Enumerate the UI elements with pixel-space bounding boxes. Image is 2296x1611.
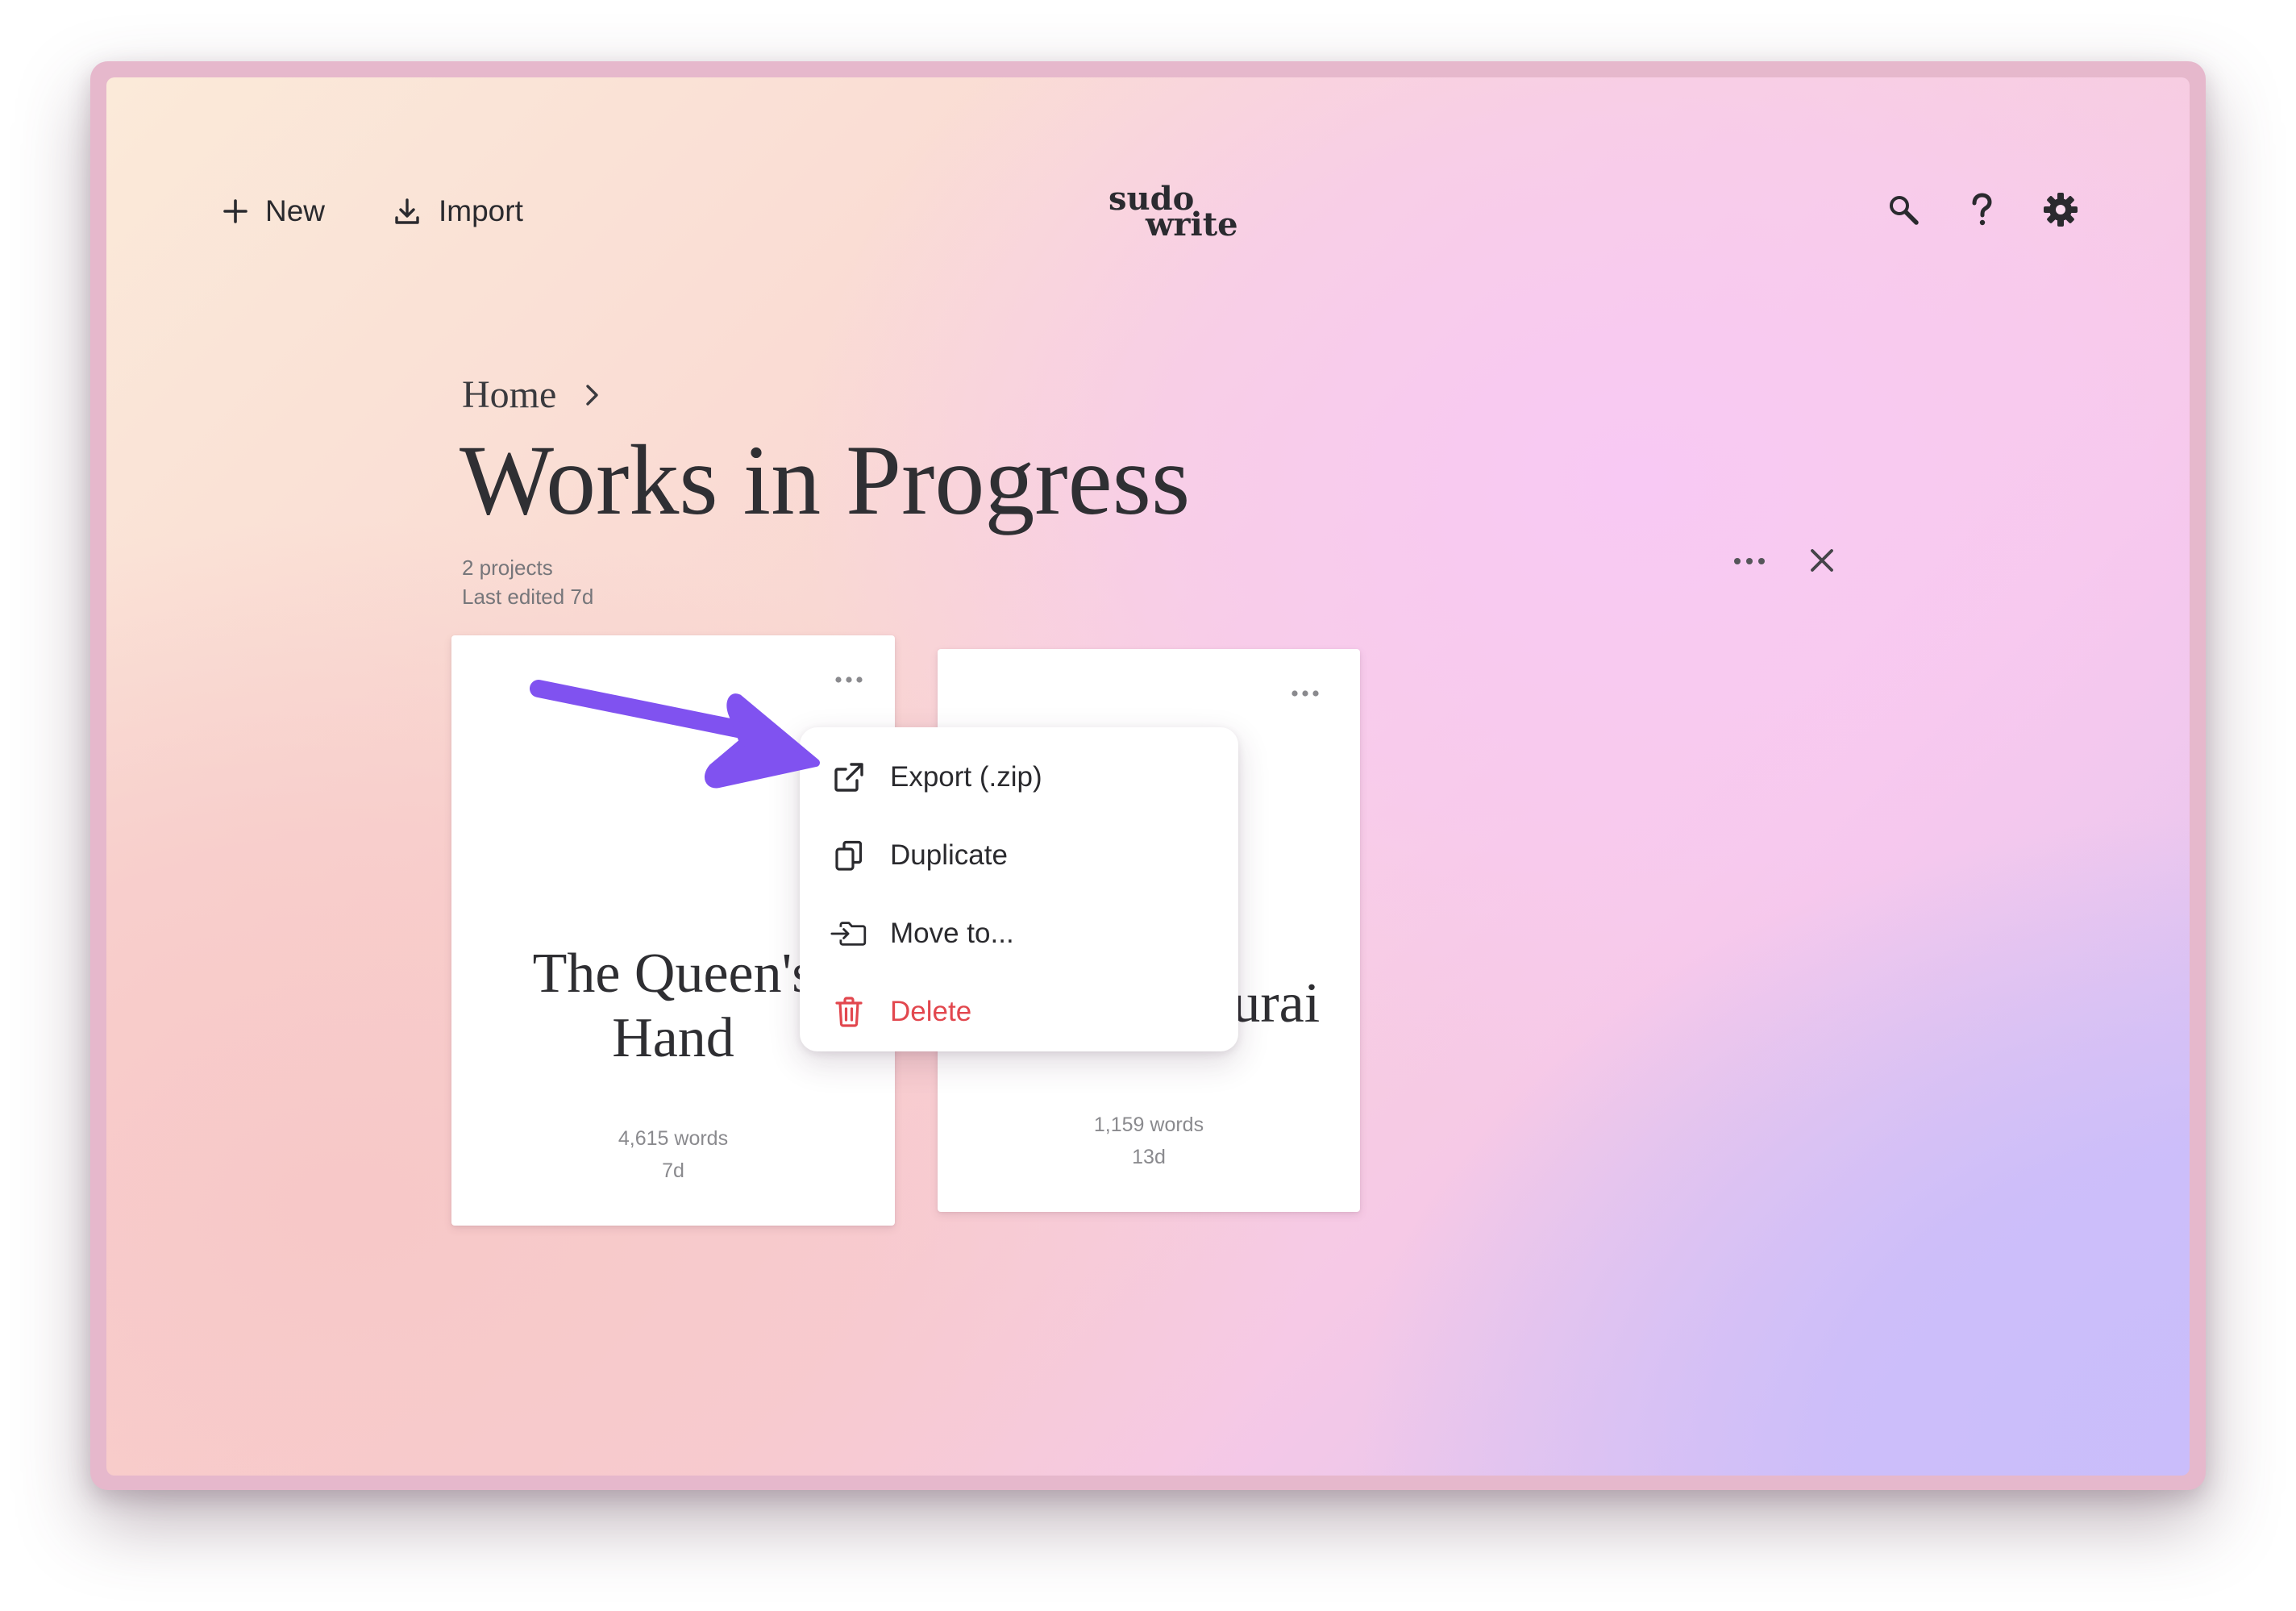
project-word-count: 4,615 words — [618, 1127, 729, 1150]
menu-item-label: Duplicate — [890, 839, 1008, 871]
folder-move-icon — [830, 915, 867, 952]
copy-icon — [830, 837, 867, 874]
menu-item-delete[interactable]: Delete — [800, 976, 1238, 1047]
card-more-button[interactable] — [1281, 678, 1329, 710]
more-icon — [834, 673, 863, 688]
project-stats: 1,159 words 13d — [938, 1109, 1360, 1173]
import-button[interactable]: Import — [392, 181, 523, 242]
trash-icon — [830, 993, 867, 1030]
project-word-count: 1,159 words — [1093, 1114, 1204, 1136]
page-title: Works in Progress — [460, 425, 1191, 535]
screenshot-stage: New Import sudo write Home Works in Prog… — [0, 0, 2296, 1611]
chevron-right-icon — [584, 373, 601, 417]
app-logo[interactable]: sudo write — [1108, 181, 1254, 261]
import-button-label: Import — [439, 194, 523, 227]
folder-more-button[interactable] — [1719, 534, 1780, 590]
more-icon — [1733, 555, 1766, 569]
new-button-label: New — [265, 194, 326, 227]
menu-item-export[interactable]: Export (.zip) — [800, 742, 1238, 813]
plus-icon — [222, 198, 249, 225]
breadcrumb: Home — [462, 366, 601, 423]
help-icon — [1968, 192, 1995, 231]
project-stats: 4,615 words 7d — [451, 1122, 895, 1187]
menu-item-label: Export (.zip) — [890, 761, 1042, 793]
logo-line-write: write — [1146, 206, 1238, 244]
folder-close-button[interactable] — [1791, 534, 1853, 590]
external-link-icon — [830, 759, 867, 796]
project-last-edited: 7d — [662, 1159, 684, 1182]
download-icon — [392, 196, 422, 227]
more-icon — [1291, 687, 1320, 701]
project-last-edited: 13d — [1132, 1146, 1166, 1168]
close-icon — [1809, 547, 1835, 577]
app-window: New Import sudo write Home Works in Prog… — [106, 77, 2190, 1476]
menu-item-label: Delete — [890, 996, 972, 1027]
menu-item-move[interactable]: Move to... — [800, 898, 1238, 969]
search-icon — [1886, 193, 1920, 231]
project-context-menu: Export (.zip) Duplicate Move to... Delet… — [800, 727, 1238, 1051]
menu-item-label: Move to... — [890, 918, 1014, 949]
folder-meta: 2 projects Last edited 7d — [462, 553, 593, 611]
breadcrumb-home-link[interactable]: Home — [462, 373, 556, 417]
last-edited: Last edited 7d — [462, 585, 594, 609]
new-button[interactable]: New — [222, 181, 325, 242]
search-button[interactable] — [1873, 181, 1934, 242]
card-more-button[interactable] — [825, 664, 873, 697]
menu-item-duplicate[interactable]: Duplicate — [800, 820, 1238, 891]
help-button[interactable] — [1951, 181, 2012, 242]
project-count: 2 projects — [462, 556, 553, 580]
settings-button[interactable] — [2030, 181, 2091, 242]
gear-icon — [2042, 191, 2079, 232]
